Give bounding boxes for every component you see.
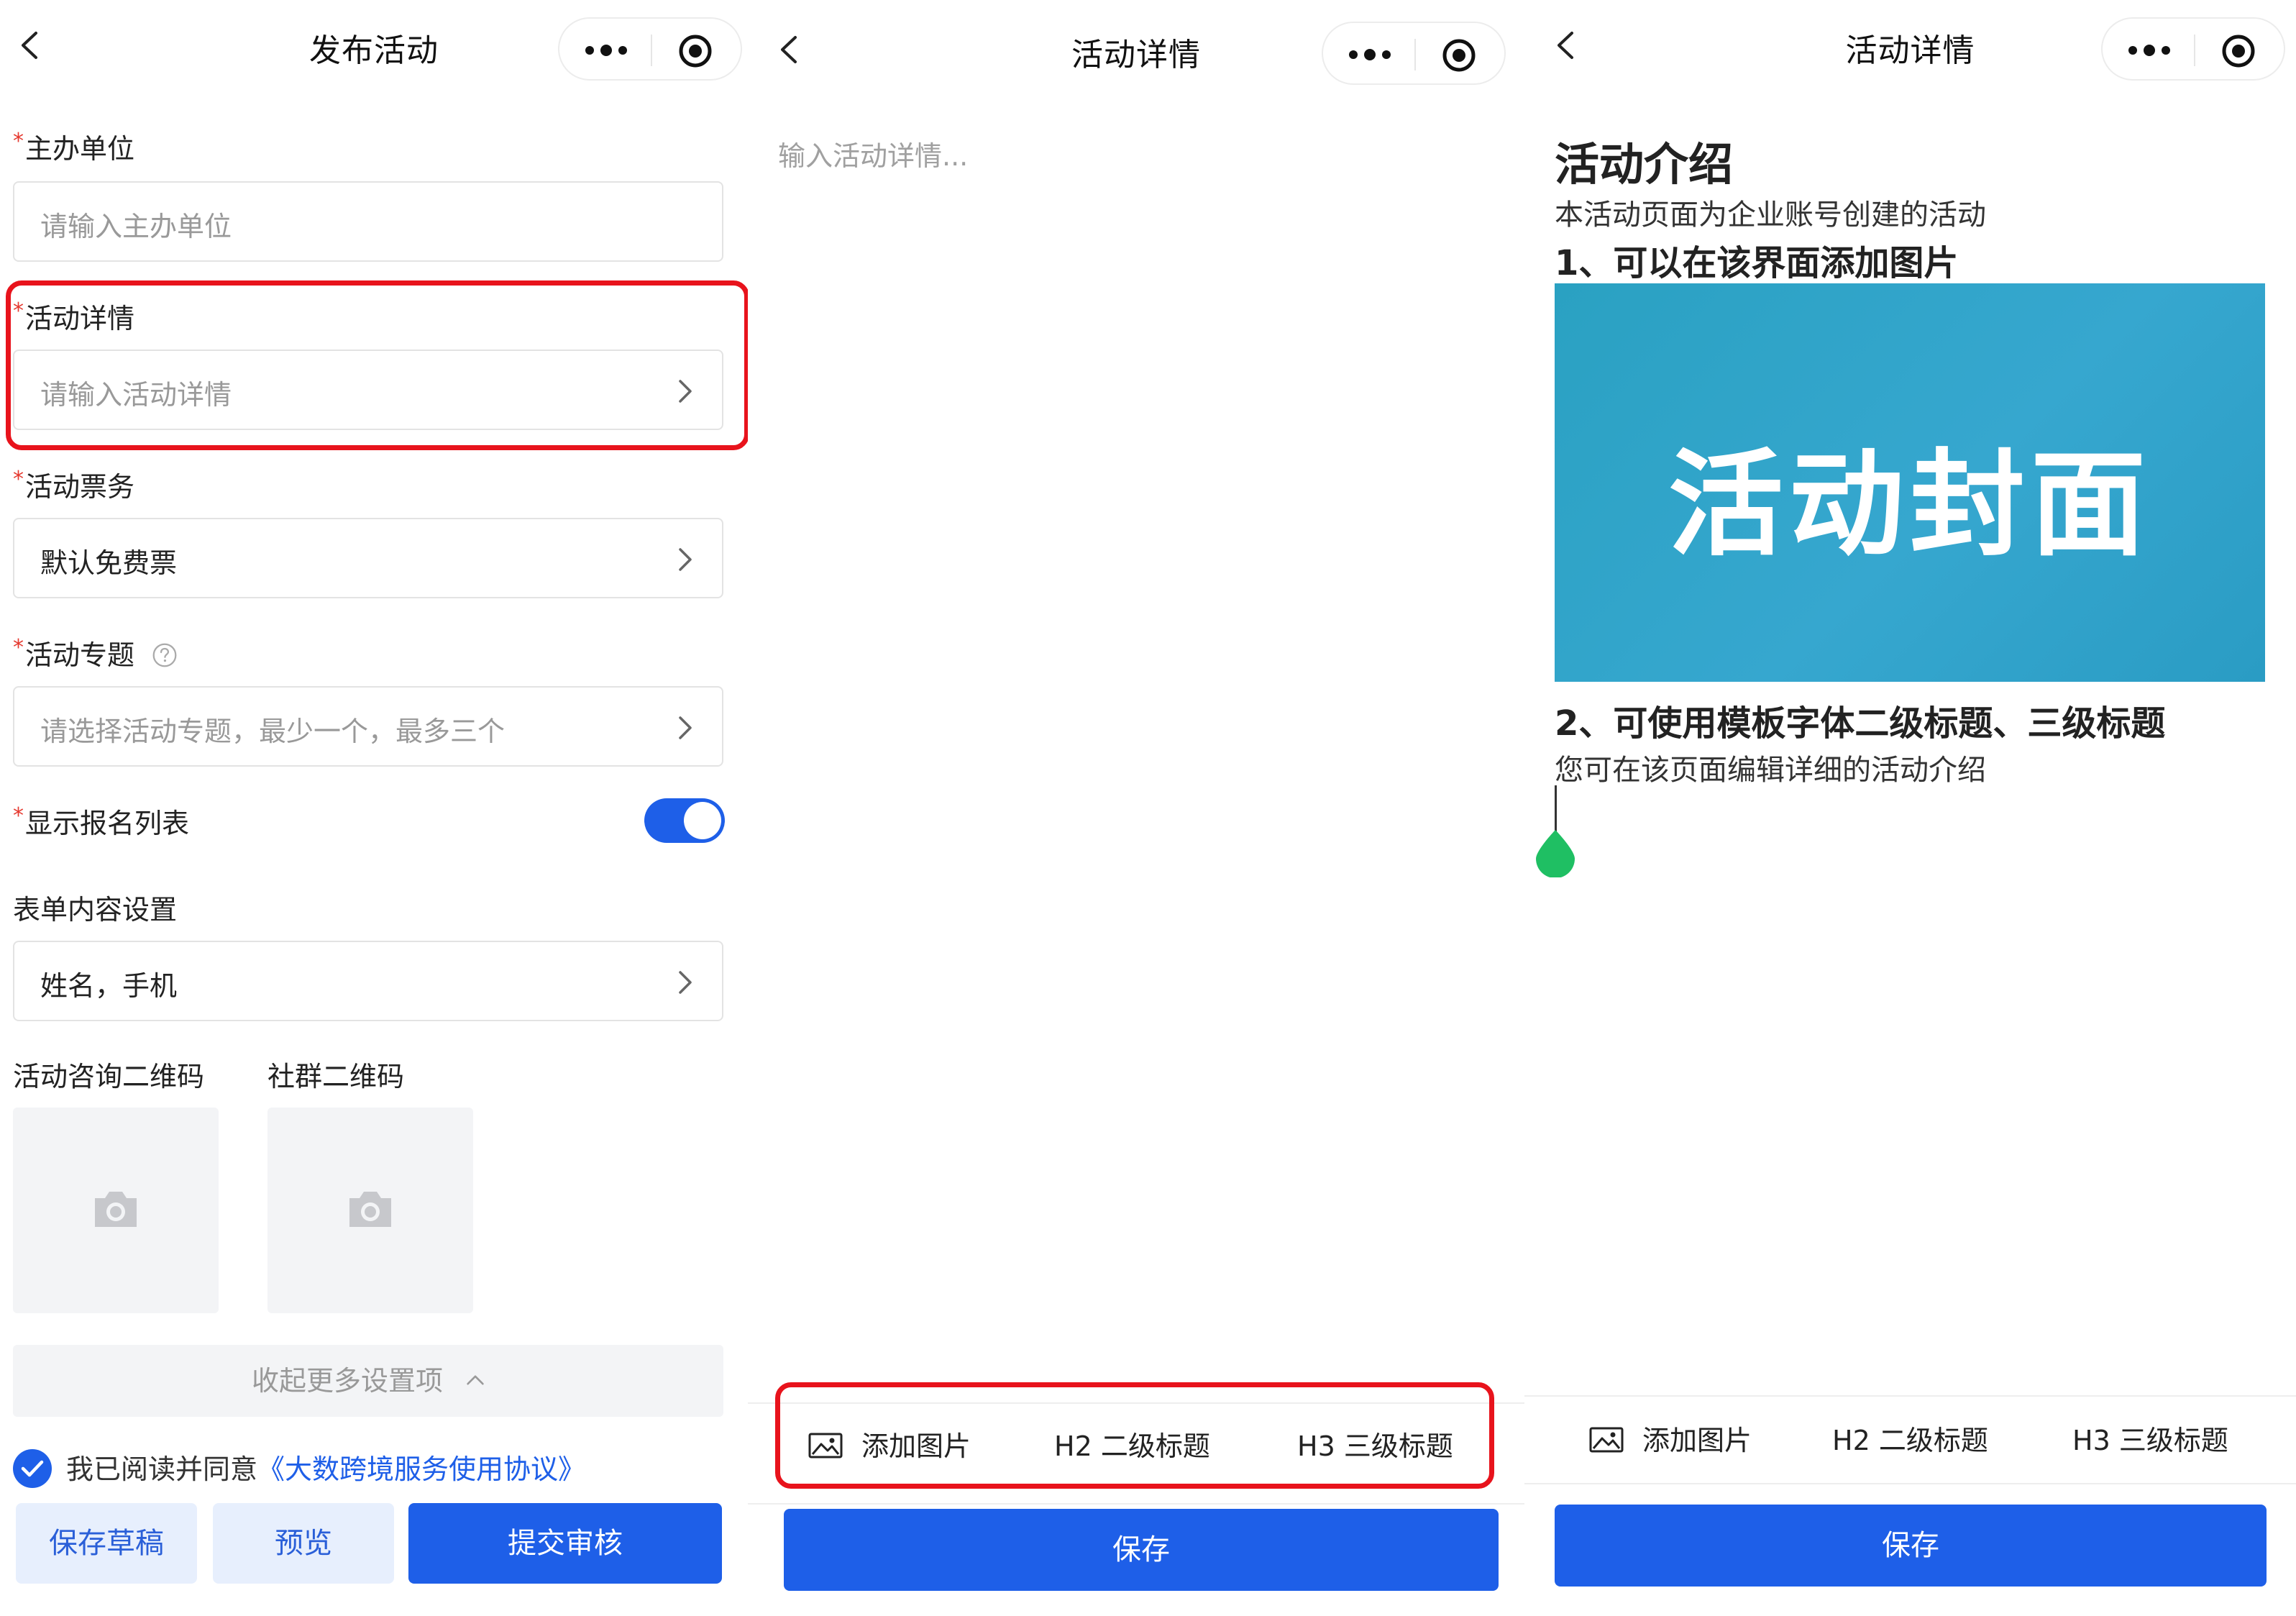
collapse-more-settings[interactable]: 收起更多设置项 — [13, 1345, 723, 1417]
more-icon[interactable] — [581, 36, 631, 65]
h2-heading-button[interactable]: H2 二级标题 — [1832, 1418, 1988, 1458]
topic-label: *活动专题 — [13, 633, 178, 672]
consult-qr-label: 活动咨询二维码 — [13, 1061, 205, 1092]
chevron-right-icon — [679, 971, 692, 994]
add-image-button[interactable]: 添加图片 — [1589, 1418, 1752, 1458]
mini-program-capsule — [1322, 22, 1506, 85]
mini-program-capsule — [558, 17, 742, 81]
activity-details-editor-screen: 活动详情 输入活动详情... 添加图片 H2 二级标题 H3 三级标题 保存 — [748, 0, 1524, 1616]
chevron-up-icon — [467, 1375, 484, 1384]
agreement-link[interactable]: 《大数跨境服务使用协议》 — [257, 1453, 585, 1485]
content-detail: 您可在该页面编辑详细的活动介绍 — [1555, 754, 1986, 787]
community-qr-upload[interactable] — [267, 1108, 473, 1313]
capsule-divider — [1414, 39, 1416, 70]
capsule-divider — [2194, 35, 2195, 66]
organizer-input[interactable]: 请输入主办单位 — [13, 181, 723, 262]
toolbar-divider — [1524, 1483, 2296, 1484]
agreement-row: 我已阅读并同意《大数跨境服务使用协议》 — [13, 1447, 585, 1491]
save-button[interactable]: 保存 — [1555, 1505, 2267, 1587]
save-button[interactable]: 保存 — [784, 1509, 1499, 1591]
cover-image: 活动封面 — [1555, 283, 2265, 682]
ticket-select[interactable]: 默认免费票 — [13, 518, 723, 598]
toolbar-divider — [748, 1503, 1524, 1505]
chevron-right-icon — [679, 716, 692, 739]
consult-qr-upload[interactable] — [13, 1108, 219, 1313]
show-signup-toggle[interactable] — [644, 798, 725, 843]
publish-activity-screen: 发布活动 *主办单位 请输入主办单位 *活动详情 请输入活动详情 *活动票务 默… — [0, 0, 748, 1616]
show-signup-label: *显示报名列表 — [13, 803, 190, 839]
checkmark-icon — [21, 1460, 44, 1476]
text-cursor — [1555, 785, 1557, 831]
help-icon[interactable] — [152, 642, 178, 668]
topic-select[interactable]: 请选择活动专题，最少一个，最多三个 — [13, 686, 723, 767]
nav-bar: 活动详情 — [1524, 0, 2296, 93]
cover-text: 活动封面 — [1668, 437, 2151, 572]
capsule-divider — [651, 35, 652, 66]
image-icon — [1589, 1427, 1624, 1452]
editor-toolbar: 添加图片 H2 二级标题 H3 三级标题 — [1524, 1418, 2296, 1461]
more-icon[interactable] — [1345, 40, 1395, 69]
submit-review-button[interactable]: 提交审核 — [408, 1503, 722, 1584]
content-heading: 活动介绍 — [1555, 138, 1734, 191]
highlight-box — [775, 1382, 1494, 1489]
toolbar-divider — [1524, 1395, 2296, 1397]
close-miniprogram-icon[interactable] — [1441, 37, 1477, 73]
mini-program-capsule — [2101, 17, 2285, 81]
nav-bar: 活动详情 — [748, 0, 1524, 93]
content-point-1: 1、可以在该界面添加图片 — [1555, 243, 1959, 283]
highlight-box — [6, 280, 748, 450]
more-icon[interactable] — [2124, 36, 2174, 65]
preview-button[interactable]: 预览 — [213, 1503, 394, 1584]
chevron-right-icon — [679, 548, 692, 571]
close-miniprogram-icon[interactable] — [677, 33, 713, 69]
content-intro: 本活动页面为企业账号创建的活动 — [1555, 198, 1986, 232]
camera-icon — [349, 1192, 391, 1227]
ticket-label: *活动票务 — [13, 467, 135, 503]
content-point-2: 2、可使用模板字体二级标题、三级标题 — [1555, 703, 2166, 744]
toggle-knob — [684, 802, 721, 839]
form-settings-label: 表单内容设置 — [13, 894, 178, 926]
h3-heading-button[interactable]: H3 三级标题 — [2072, 1418, 2228, 1458]
form-settings-select[interactable]: 姓名，手机 — [13, 941, 723, 1021]
save-draft-button[interactable]: 保存草稿 — [16, 1503, 197, 1584]
agreement-checkbox[interactable] — [13, 1448, 52, 1488]
close-miniprogram-icon[interactable] — [2220, 33, 2256, 69]
organizer-label: *主办单位 — [13, 129, 135, 165]
editor-area[interactable]: 输入活动详情... — [778, 134, 968, 173]
nav-bar: 发布活动 — [0, 0, 748, 93]
cursor-handle-icon[interactable] — [1535, 827, 1576, 877]
camera-icon — [95, 1192, 137, 1227]
activity-details-filled-screen: 活动详情 活动介绍 本活动页面为企业账号创建的活动 1、可以在该界面添加图片 活… — [1524, 0, 2296, 1616]
community-qr-label: 社群二维码 — [267, 1061, 405, 1092]
